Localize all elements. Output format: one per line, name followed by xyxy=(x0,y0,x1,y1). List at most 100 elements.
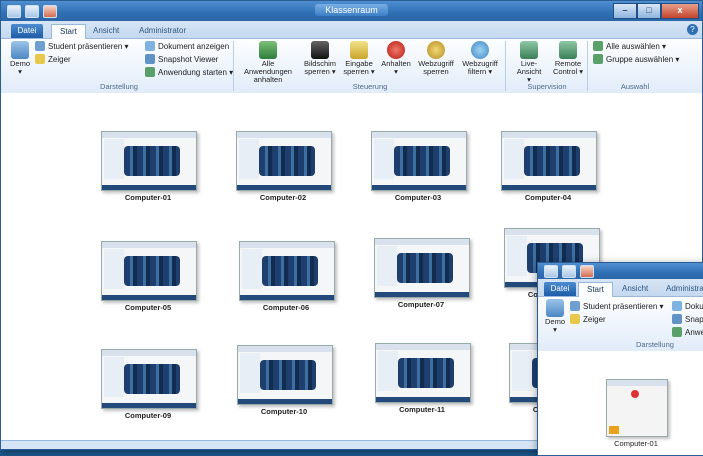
screen-thumbnail xyxy=(239,241,335,301)
ribbon-tabs: Datei Start Ansicht Administrator ? xyxy=(1,21,702,39)
computer-label: Computer-09 xyxy=(124,411,172,420)
computer-tile[interactable]: Computer-07 xyxy=(374,238,470,309)
lock-input-button[interactable]: Eingabe sperren ▾ xyxy=(341,41,377,76)
student-icon xyxy=(570,301,580,311)
pointer-icon xyxy=(35,54,45,64)
show-document-button[interactable]: Doku xyxy=(672,301,703,313)
block-web-button[interactable]: Webzugriff sperren xyxy=(415,41,457,76)
computer-label: Computer-01 xyxy=(614,439,658,448)
help-icon[interactable]: ? xyxy=(687,24,698,35)
pointer-button[interactable]: Zeiger xyxy=(35,54,71,66)
secondary-window: Datei Start Ansicht Administrator Demo▾ … xyxy=(537,262,703,456)
computer-label: Computer-06 xyxy=(262,303,310,312)
tab-datei[interactable]: Datei xyxy=(544,282,576,296)
computer-label: Computer-04 xyxy=(524,193,572,202)
computer-label: Computer-05 xyxy=(124,303,172,312)
demo-button[interactable]: Demo ▾ xyxy=(542,299,568,334)
remote-control-icon xyxy=(559,41,577,59)
select-group-button[interactable]: Gruppe auswählen ▾ xyxy=(593,54,679,66)
filter-web-button[interactable]: Webzugriff filtern ▾ xyxy=(459,41,501,76)
pointer-icon xyxy=(570,314,580,324)
snapshot-viewer-button[interactable]: Snapshot Viewer xyxy=(145,54,218,66)
tab-administrator[interactable]: Administrator xyxy=(131,24,194,38)
window-title: Klassenraum xyxy=(315,4,388,16)
snapshot-viewer-button[interactable]: Snap xyxy=(672,314,703,326)
monitor-lock-icon xyxy=(311,41,329,59)
camera-icon xyxy=(145,54,155,64)
screen-thumbnail xyxy=(101,131,197,191)
secondary-ribbon-tabs: Datei Start Ansicht Administrator xyxy=(538,279,703,297)
secondary-ribbon: Demo ▾ Student präsentieren ▾ Zeiger Doku… xyxy=(538,297,703,352)
computer-tile[interactable]: Computer-06 xyxy=(239,241,335,312)
computer-tile[interactable]: Computer-01 xyxy=(606,379,668,448)
select-all-icon xyxy=(593,41,603,51)
computer-tile[interactable]: Computer-03 xyxy=(371,131,467,202)
minimize-button[interactable]: – xyxy=(613,3,637,19)
app-menu-icon[interactable] xyxy=(544,265,558,278)
screen-thumbnail xyxy=(375,343,471,403)
app-icon xyxy=(145,67,155,77)
computer-tile[interactable]: Computer-05 xyxy=(101,241,197,312)
app-icon xyxy=(672,327,682,337)
demo-button[interactable]: Demo ▾ xyxy=(7,41,33,76)
computer-label: Computer-07 xyxy=(397,300,445,309)
demo-icon xyxy=(11,41,29,59)
computer-tile[interactable]: Computer-10 xyxy=(237,345,333,416)
screen-thumbnail xyxy=(374,238,470,298)
camera-icon xyxy=(672,314,682,324)
group-label-steuerung: Steuerung xyxy=(352,82,388,91)
close-button[interactable]: x xyxy=(661,3,699,19)
group-label-darstellung: Darstellung xyxy=(100,82,138,91)
lock-screen-button[interactable]: Bildschim sperren ▾ xyxy=(301,41,339,76)
globe-filter-icon xyxy=(471,41,489,59)
title-bar: Klassenraum – □ x xyxy=(1,1,702,21)
document-icon xyxy=(145,41,155,51)
maximize-button[interactable]: □ xyxy=(637,3,661,19)
group-darstellung: Demo ▾ Student präsentieren ▾ Zeiger Doku… xyxy=(540,299,703,349)
tab-datei[interactable]: Datei xyxy=(11,24,43,38)
tab-ansicht[interactable]: Ansicht xyxy=(614,282,656,296)
computer-label: Computer-03 xyxy=(394,193,442,202)
group-supervision: Live-Ansicht ▾ Remote Control ▾ Supervisio… xyxy=(507,41,588,91)
computer-tile[interactable]: Computer-09 xyxy=(101,349,197,420)
student-icon xyxy=(35,41,45,51)
stop-apps-icon xyxy=(259,41,277,59)
stop-all-apps-button[interactable]: Alle Anwendungen anhalten xyxy=(237,41,299,84)
select-all-button[interactable]: Alle auswählen ▾ xyxy=(593,41,666,53)
computer-tile[interactable]: Computer-11 xyxy=(375,343,471,414)
tab-administrator[interactable]: Administrator xyxy=(658,282,703,296)
keyboard-lock-icon xyxy=(350,41,368,59)
pause-button[interactable]: Anhalten ▾ xyxy=(379,41,413,76)
computer-tile[interactable]: Computer-02 xyxy=(236,131,332,202)
save-icon[interactable] xyxy=(580,265,594,278)
tab-start[interactable]: Start xyxy=(578,282,613,297)
select-group-icon xyxy=(593,54,603,64)
computer-label: Computer-01 xyxy=(124,193,172,202)
computer-label: Computer-02 xyxy=(259,193,307,202)
ribbon: Demo ▾ Student präsentieren ▾ Zeiger Doku… xyxy=(1,39,702,94)
student-present-button[interactable]: Student präsentieren ▾ xyxy=(570,301,664,313)
computer-label: Computer-11 xyxy=(399,405,445,414)
group-label-supervision: Supervision xyxy=(527,82,567,91)
tab-start[interactable]: Start xyxy=(51,24,86,39)
screen-thumbnail xyxy=(237,345,333,405)
remote-control-button[interactable]: Remote Control ▾ xyxy=(551,41,585,76)
secondary-title-bar xyxy=(538,263,703,279)
tab-ansicht[interactable]: Ansicht xyxy=(85,24,127,38)
start-app-button[interactable]: Anwe xyxy=(672,327,703,339)
computer-tile[interactable]: Computer-04 xyxy=(501,131,597,202)
student-present-button[interactable]: Student präsentieren ▾ xyxy=(35,41,129,53)
grid-icon[interactable] xyxy=(562,265,576,278)
live-view-button[interactable]: Live-Ansicht ▾ xyxy=(509,41,549,84)
group-steuerung: Alle Anwendungen anhalten Bildschim sperre… xyxy=(235,41,506,91)
show-document-button[interactable]: Dokument anzeigen xyxy=(145,41,229,53)
start-app-button[interactable]: Anwendung starten ▾ xyxy=(145,67,233,79)
demo-icon xyxy=(546,299,564,317)
screen-thumbnail xyxy=(501,131,597,191)
pointer-button[interactable]: Zeiger xyxy=(570,314,606,326)
group-label-auswahl: Auswahl xyxy=(620,82,650,91)
group-label-darstellung: Darstellung xyxy=(636,340,674,349)
computer-tile[interactable]: Computer-01 xyxy=(101,131,197,202)
screen-thumbnail xyxy=(236,131,332,191)
globe-lock-icon xyxy=(427,41,445,59)
